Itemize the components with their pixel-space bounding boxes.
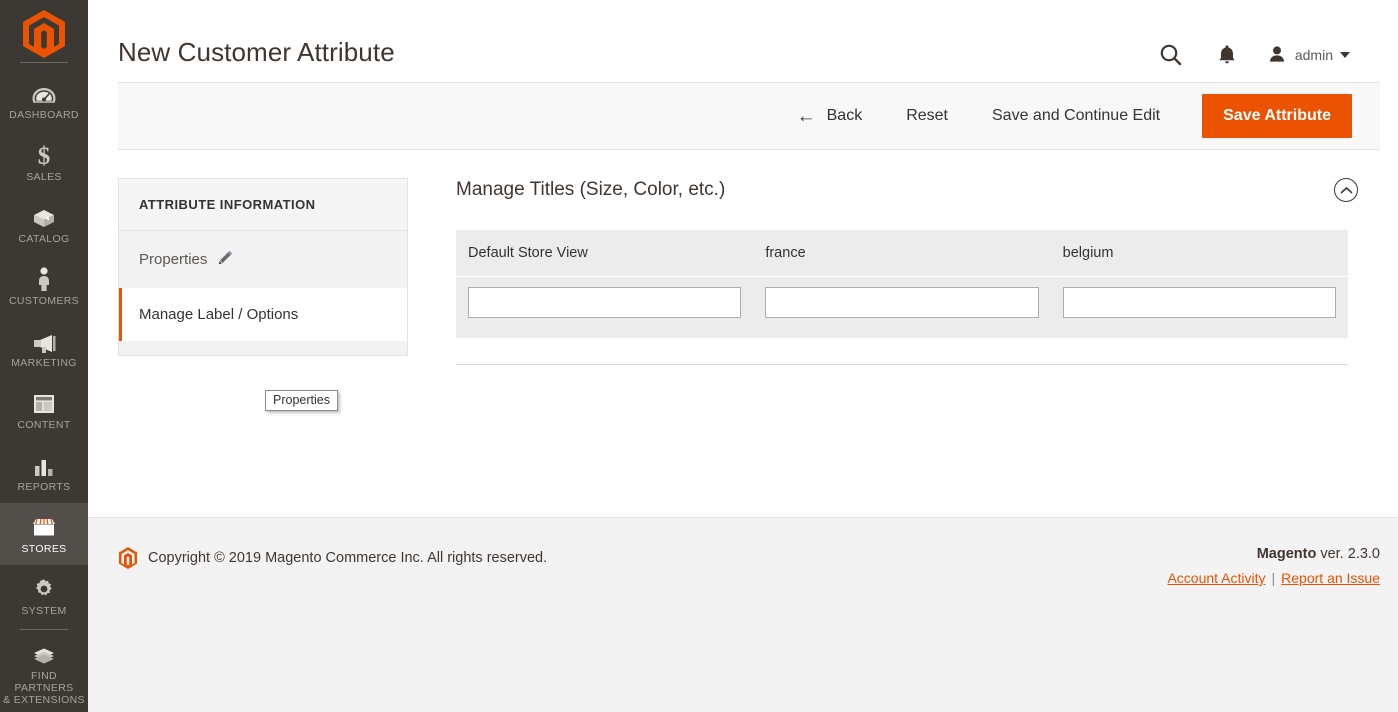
megaphone-icon (30, 328, 58, 354)
column-header-france: france (753, 230, 1051, 277)
sidebar-item-customers[interactable]: CUSTOMERS (0, 255, 88, 317)
page-header: New Customer Attribute admin (88, 0, 1398, 76)
sidebar-item-marketing[interactable]: MARKETING (0, 317, 88, 379)
gear-icon (31, 576, 57, 602)
title-input-france[interactable] (765, 287, 1039, 318)
report-an-issue-link[interactable]: Report an Issue (1281, 570, 1380, 586)
sidebar-item-reports[interactable]: REPORTS (0, 441, 88, 503)
sidebar-item-find-partners-extensions[interactable]: FIND PARTNERS & EXTENSIONS (0, 636, 88, 710)
sidebar-item-label: MARKETING (11, 356, 77, 369)
sidebar-item-label: SYSTEM (21, 604, 67, 617)
storefront-icon (29, 514, 59, 540)
arrow-left-icon: ← (796, 105, 816, 127)
link-separator: | (1271, 570, 1276, 586)
sidebar-item-label: SALES (26, 170, 62, 183)
sidebar-item-system[interactable]: SYSTEM (0, 565, 88, 627)
section-header: Manage Titles (Size, Color, etc.) (456, 178, 1380, 202)
sidebar-item-content[interactable]: CONTENT (0, 379, 88, 441)
box-icon (30, 204, 58, 230)
svg-text:$: $ (38, 143, 51, 168)
sidebar-item-label: STORES (21, 542, 67, 555)
dashboard-gauge-icon (31, 80, 57, 106)
sidebar-item-dashboard[interactable]: DASHBOARD (0, 69, 88, 131)
admin-page: DASHBOARD $ SALES CATALOG CUSTOMERS MARK… (0, 0, 1398, 712)
panel-footer-strip (119, 341, 407, 355)
copyright-text: Copyright © 2019 Magento Commerce Inc. A… (148, 550, 548, 566)
cell-belgium (1050, 276, 1348, 338)
manage-titles-section: Manage Titles (Size, Color, etc.) Defaul… (408, 178, 1380, 365)
pencil-icon (217, 249, 234, 270)
account-activity-link[interactable]: Account Activity (1167, 570, 1265, 586)
sidebar-divider-bottom (20, 629, 68, 630)
reset-button[interactable]: Reset (884, 99, 970, 133)
properties-tooltip: Properties (265, 390, 338, 411)
manage-titles-table-wrap: Default Store View france belgium (456, 230, 1348, 365)
copyright-block: Copyright © 2019 Magento Commerce Inc. A… (118, 546, 547, 570)
page-title: New Customer Attribute (118, 37, 395, 67)
sidebar-item-label: REPORTS (17, 480, 71, 493)
cell-france (753, 276, 1051, 338)
back-button[interactable]: ← Back (775, 99, 885, 134)
sidebar-item-stores[interactable]: STORES (0, 503, 88, 565)
column-header-belgium: belgium (1050, 230, 1348, 277)
panel-item-label: Manage Label / Options (139, 306, 299, 323)
sidebar-item-label: CONTENT (17, 418, 71, 431)
sidebar-divider-top (20, 62, 68, 63)
cell-default-store-view (456, 276, 754, 338)
table-header-row: Default Store View france belgium (456, 230, 1348, 277)
sidebar-item-sales[interactable]: $ SALES (0, 131, 88, 193)
header-actions: admin (1154, 28, 1368, 72)
bell-icon[interactable] (1212, 39, 1242, 71)
magento-logo-icon (119, 547, 137, 569)
magento-logo-icon (23, 10, 65, 58)
back-label: Back (826, 107, 863, 124)
panel-item-properties[interactable]: Properties (119, 231, 407, 288)
admin-username: admin (1294, 47, 1333, 63)
attribute-information-panel: ATTRIBUTE INFORMATION Properties Manage … (118, 178, 408, 411)
layout-icon (31, 390, 57, 416)
attribute-information-heading: ATTRIBUTE INFORMATION (119, 179, 407, 231)
column-header-default-store-view: Default Store View (456, 230, 754, 277)
sidebar-item-label: DASHBOARD (9, 108, 79, 121)
user-avatar-icon (1269, 46, 1284, 62)
footer-links: Account Activity | Report an Issue (1167, 570, 1380, 586)
magento-version: Magento ver. 2.3.0 (1167, 546, 1380, 562)
version-text: ver. 2.3.0 (1316, 546, 1380, 562)
manage-titles-table: Default Store View france belgium (456, 230, 1348, 338)
section-title: Manage Titles (Size, Color, etc.) (456, 179, 726, 200)
main-content: New Customer Attribute admin ← Back Rese… (88, 0, 1398, 712)
content-area: ATTRIBUTE INFORMATION Properties Manage … (88, 150, 1398, 411)
sidebar-item-label: CATALOG (18, 232, 70, 245)
main-sidebar: DASHBOARD $ SALES CATALOG CUSTOMERS MARK… (0, 0, 88, 712)
save-and-continue-edit-button[interactable]: Save and Continue Edit (970, 99, 1182, 133)
save-attribute-button[interactable]: Save Attribute (1202, 94, 1352, 138)
search-icon[interactable] (1154, 38, 1188, 72)
panel-item-manage-label-options[interactable]: Manage Label / Options (119, 288, 407, 341)
chevron-down-icon (1340, 52, 1350, 58)
sidebar-item-label: FIND PARTNERS & EXTENSIONS (3, 669, 85, 706)
panel-item-label: Properties (139, 251, 208, 268)
footer-right: Magento ver. 2.3.0 Account Activity | Repo… (1167, 546, 1380, 586)
magento-brand: Magento (1256, 546, 1317, 562)
page-footer: Copyright © 2019 Magento Commerce Inc. A… (88, 517, 1398, 712)
sidebar-item-label: CUSTOMERS (8, 294, 80, 307)
page-actions-toolbar: ← Back Reset Save and Continue Edit Save… (118, 82, 1380, 150)
table-row (456, 276, 1348, 338)
bar-chart-icon (31, 452, 57, 478)
magento-logo[interactable] (0, 0, 88, 62)
user-menu[interactable]: admin (1266, 44, 1350, 66)
chevron-up-circle-icon[interactable] (1334, 178, 1358, 202)
person-icon (35, 266, 53, 292)
title-input-default-store-view[interactable] (468, 287, 742, 318)
dollar-sign-icon: $ (35, 142, 53, 168)
title-input-belgium[interactable] (1062, 287, 1336, 318)
section-divider (456, 364, 1348, 365)
sidebar-item-catalog[interactable]: CATALOG (0, 193, 88, 255)
extensions-box-icon (30, 641, 58, 667)
